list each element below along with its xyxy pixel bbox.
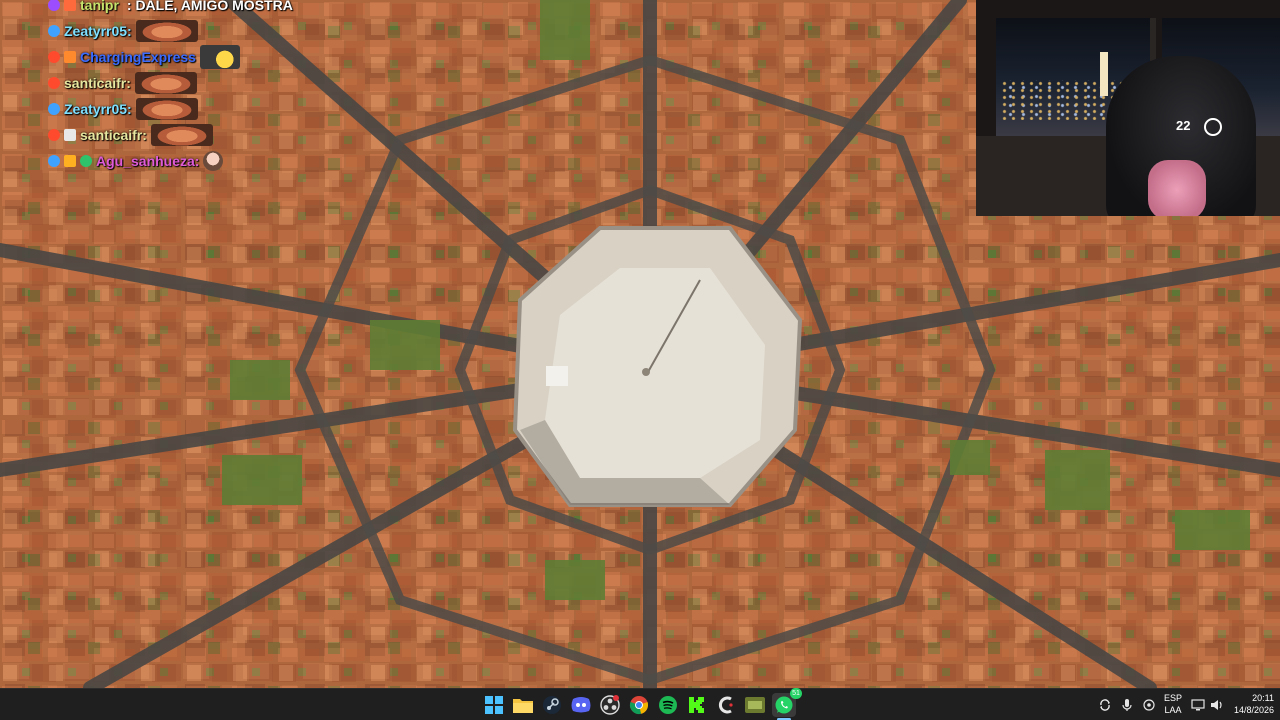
- chat-emote-icon: [134, 72, 197, 94]
- chat-message: tanipr : DALE, AMIGO MOSTRA: [48, 0, 368, 18]
- chat-badge-icon: [48, 51, 60, 63]
- chat-message: santicaifr:: [48, 122, 368, 148]
- start-button[interactable]: [482, 693, 506, 717]
- chat-badge-icon: [48, 129, 60, 141]
- chat-message: Agu_sanhueza:: [48, 148, 368, 174]
- chat-overlay: tanipr : DALE, AMIGO MOSTRA Zeatyrr05: Char…: [48, 0, 368, 174]
- language-code: ESP: [1163, 693, 1182, 703]
- chat-emote-icon: [135, 20, 198, 42]
- keyboard-layout: LAA: [1164, 705, 1182, 715]
- spotify-icon: [659, 696, 677, 714]
- cap-logo-text: 22: [1176, 118, 1191, 133]
- ccleaner-button[interactable]: [714, 693, 738, 717]
- chat-emote-icon: [203, 151, 224, 171]
- chat-message: santicaifr:: [48, 70, 368, 96]
- chat-username: Agu_sanhueza:: [96, 153, 200, 169]
- chat-username: santicaifr:: [80, 127, 147, 143]
- discord-button[interactable]: [569, 693, 593, 717]
- chat-message: Zeatyrr05:: [48, 96, 368, 122]
- whatsapp-unread-badge: 51: [790, 688, 802, 699]
- chat-emote-icon: [199, 45, 240, 69]
- chat-message: ChargingExpress: [48, 44, 368, 70]
- chat-badge-icon: [48, 155, 60, 167]
- game-app-button[interactable]: [743, 693, 767, 717]
- chat-username: Zeatyrr05:: [64, 101, 132, 117]
- chat-message-text: : DALE, AMIGO MOSTRA: [126, 0, 293, 13]
- ccleaner-icon: [718, 696, 733, 714]
- kick-button[interactable]: [685, 693, 709, 717]
- chat-message: Zeatyrr05:: [48, 18, 368, 44]
- chat-badge-icon: [48, 103, 60, 115]
- chat-username: santicaifr:: [64, 75, 131, 91]
- chat-badge-icon: [64, 129, 76, 141]
- chat-badge-icon: [80, 155, 92, 167]
- webcam-overlay: 22: [976, 0, 1280, 216]
- chat-badge-icon: [48, 0, 60, 11]
- streamer-face: [1148, 160, 1206, 216]
- chrome-icon: [629, 696, 649, 715]
- file-explorer-button[interactable]: [511, 693, 535, 717]
- cap-logo-ring: [1204, 118, 1222, 136]
- chat-username: Zeatyrr05:: [64, 23, 132, 39]
- chat-emote-icon: [150, 124, 213, 146]
- chat-emote-icon: [135, 98, 198, 120]
- windows-logo-icon: [485, 696, 503, 714]
- network-activity-icon[interactable]: [1097, 697, 1113, 713]
- steam-button[interactable]: [540, 693, 564, 717]
- chrome-button[interactable]: [627, 693, 651, 717]
- game-icon: [745, 697, 765, 713]
- whatsapp-button[interactable]: 51: [772, 688, 802, 717]
- obs-icon: [600, 695, 620, 715]
- microphone-icon[interactable]: [1119, 697, 1135, 713]
- chat-badge-icon: [64, 155, 76, 167]
- volume-icon[interactable]: [1209, 697, 1225, 713]
- chat-badge-icon: [48, 77, 60, 89]
- clock-time: 20:11: [1252, 693, 1274, 703]
- monitor-network-icon[interactable]: [1190, 697, 1206, 713]
- spotify-button[interactable]: [656, 693, 680, 717]
- chat-badge-icon: [48, 25, 60, 37]
- kick-icon: [689, 697, 704, 713]
- clock-date: 14/8/2026: [1233, 705, 1274, 715]
- tower: [1100, 52, 1108, 96]
- whatsapp-icon: [775, 696, 793, 714]
- discord-icon: [571, 697, 591, 713]
- input-language-indicator[interactable]: ESP LAA: [1160, 692, 1186, 716]
- obs-button[interactable]: [598, 693, 622, 717]
- chat-badge-icon: [64, 51, 76, 63]
- chat-username: ChargingExpress: [80, 49, 196, 65]
- location-icon[interactable]: [1141, 697, 1157, 713]
- chat-badge-icon: [64, 0, 76, 11]
- chat-username: tanipr: [80, 0, 119, 13]
- system-clock[interactable]: 20:11 14/8/2026: [1230, 692, 1274, 716]
- steam-icon: [543, 696, 561, 714]
- taskbar: 51 ESP LAA 20:11 14/8/2026: [0, 688, 1280, 720]
- folder-icon: [513, 699, 533, 713]
